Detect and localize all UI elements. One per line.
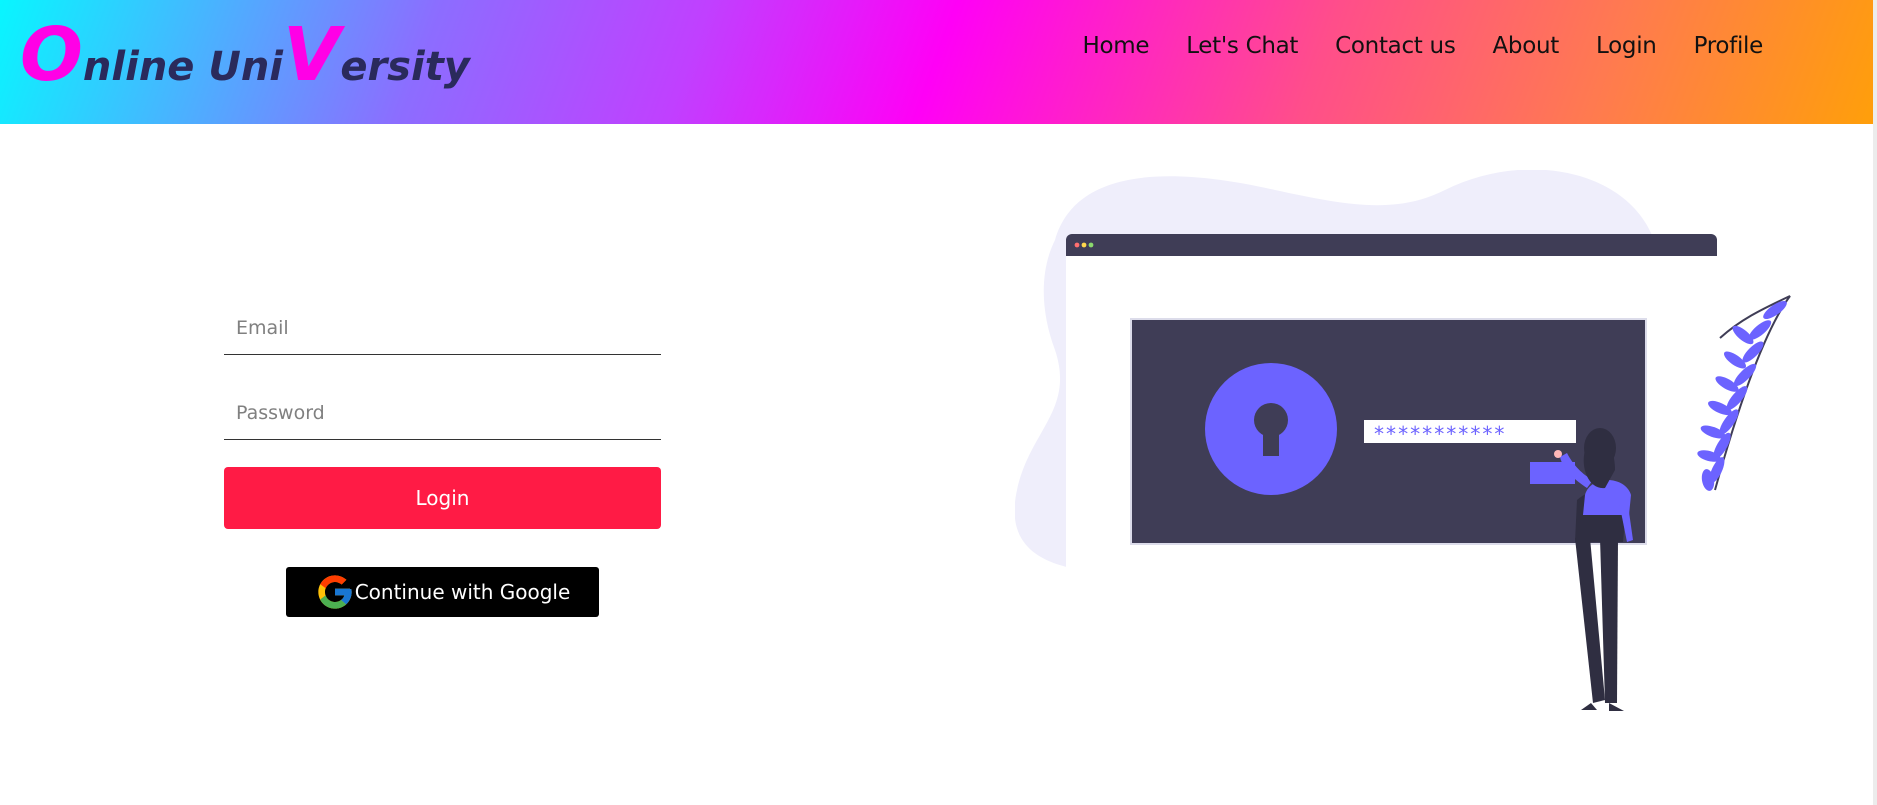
scrollbar[interactable] — [1873, 0, 1877, 805]
login-illustration: *********** — [1015, 170, 1791, 711]
google-button-label: Continue with Google — [354, 580, 571, 604]
login-form — [224, 302, 661, 472]
nav-contact-us[interactable]: Contact us — [1335, 33, 1456, 59]
email-field[interactable] — [224, 302, 661, 355]
illustration-password-mask: *********** — [1373, 422, 1505, 446]
nav-login[interactable]: Login — [1596, 33, 1657, 59]
login-button[interactable]: Login — [224, 467, 661, 529]
nav-about[interactable]: About — [1493, 33, 1560, 59]
nav-profile[interactable]: Profile — [1694, 33, 1764, 59]
logo-text-part2: ersity — [340, 44, 470, 90]
nav-lets-chat[interactable]: Let's Chat — [1186, 33, 1298, 59]
window-dot-yellow — [1081, 242, 1087, 248]
main-nav: Home Let's Chat Contact us About Login P… — [1082, 33, 1763, 59]
window-dot-green — [1088, 242, 1094, 248]
site-logo[interactable]: O nline Uni V ersity — [20, 18, 470, 108]
logo-letter-o: O — [20, 12, 83, 98]
window-dot-red — [1074, 242, 1080, 248]
password-field[interactable] — [224, 387, 661, 440]
nav-home[interactable]: Home — [1082, 33, 1149, 59]
logo-letter-v: V — [283, 12, 341, 98]
google-signin-button[interactable]: Continue with Google — [286, 567, 599, 617]
logo-text-part1: nline Uni — [82, 44, 284, 90]
google-icon — [318, 575, 352, 609]
top-navbar: O nline Uni V ersity Home Let's Chat Con… — [0, 0, 1873, 124]
